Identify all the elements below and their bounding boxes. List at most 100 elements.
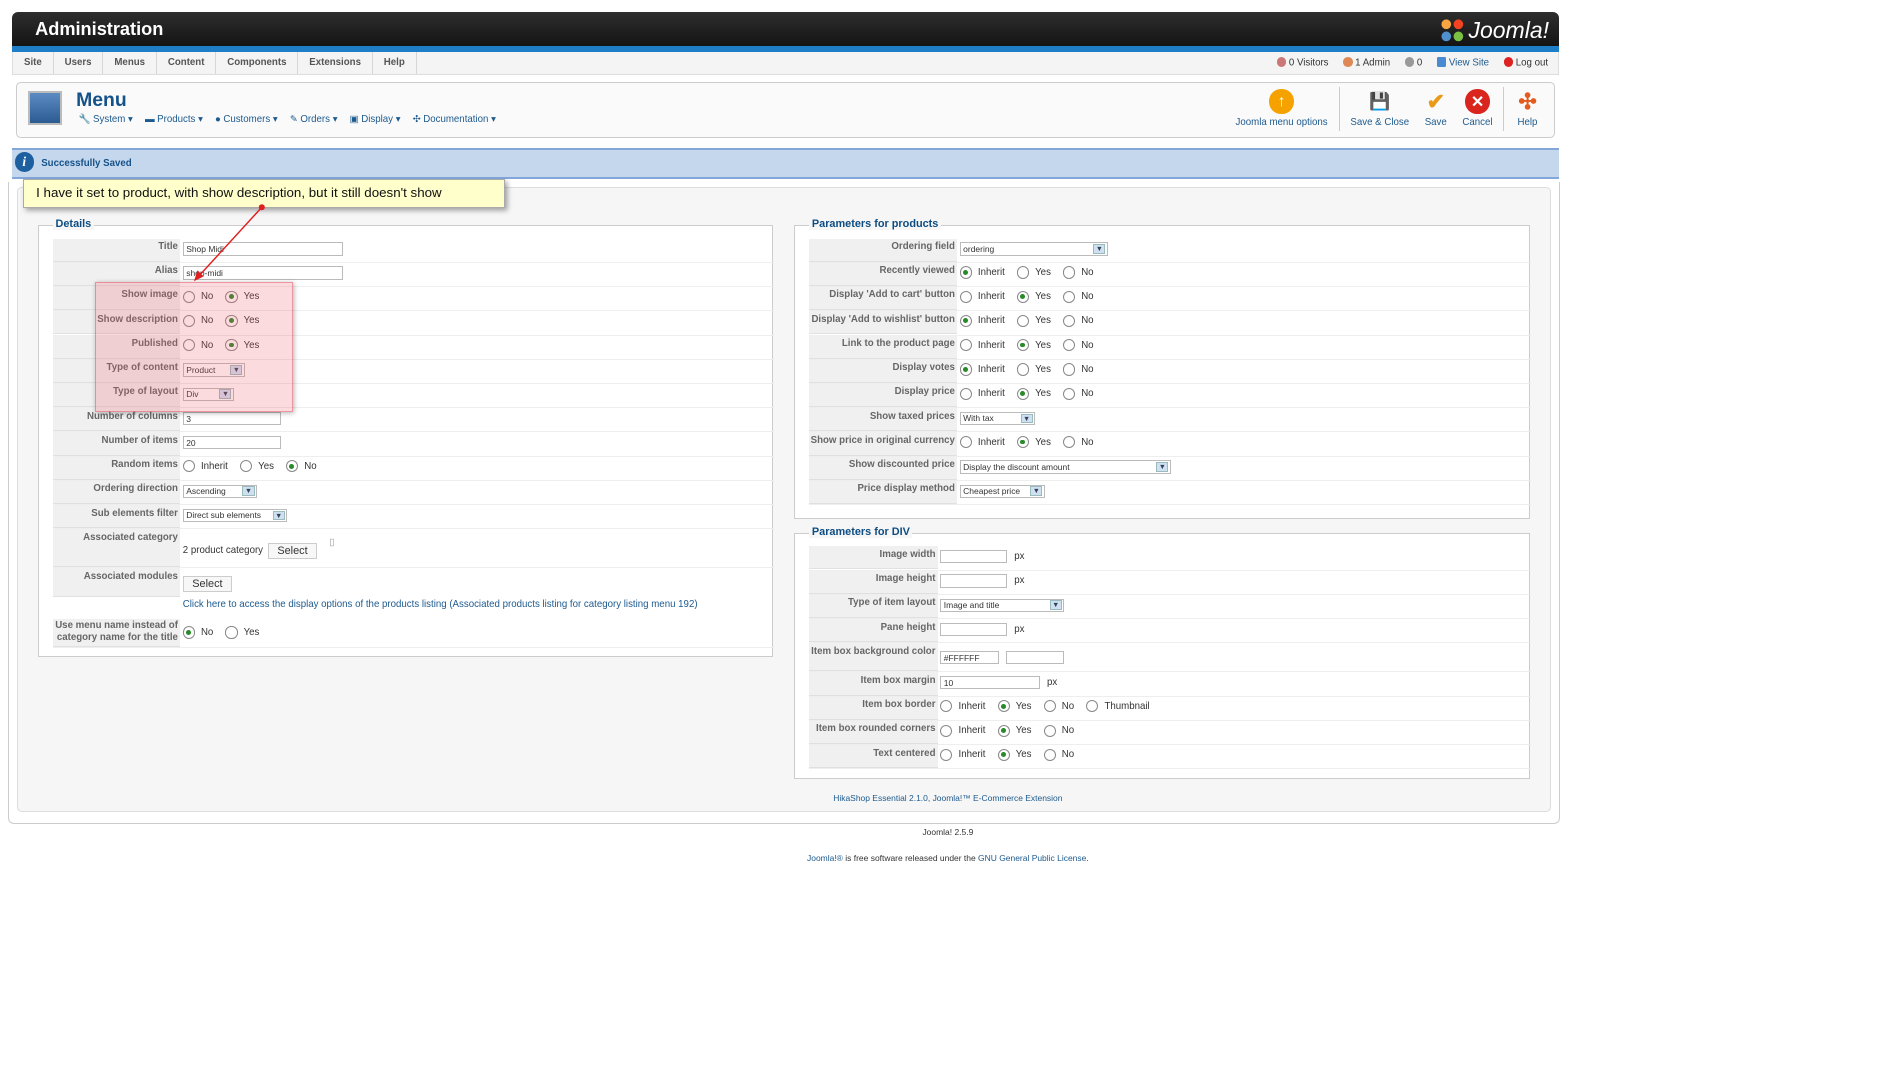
price-yes-radio[interactable] bbox=[1016, 387, 1030, 400]
items-input[interactable]: 20 bbox=[182, 436, 281, 450]
menu-components[interactable]: Components bbox=[216, 52, 299, 74]
admin-title: Administration bbox=[35, 19, 164, 40]
votes-no-radio[interactable] bbox=[1063, 363, 1076, 376]
menu-extensions[interactable]: Extensions bbox=[298, 52, 373, 74]
cancel-button[interactable]: ✕ Cancel bbox=[1455, 87, 1500, 131]
messages-status[interactable]: 0 bbox=[1404, 56, 1423, 69]
votes-inherit-radio[interactable] bbox=[959, 363, 972, 376]
orig-currency-no-radio[interactable] bbox=[1063, 436, 1076, 449]
add-wishlist-inherit-radio[interactable] bbox=[959, 314, 972, 328]
admin-count: 1 Admin bbox=[1355, 57, 1391, 69]
submenu-orders[interactable]: ✎ Orders ▾ bbox=[290, 114, 338, 125]
box-border-thumbnail-radio[interactable] bbox=[1086, 700, 1099, 713]
ordering-direction-select[interactable]: Ascending ▼ bbox=[182, 484, 257, 498]
menu-name-no-radio[interactable] bbox=[182, 626, 195, 639]
assoc-category-row: Associated category 2 product category Se… bbox=[53, 529, 775, 569]
title-row: Title Shop Midi bbox=[53, 238, 775, 263]
centered-inherit-radio[interactable] bbox=[940, 748, 953, 761]
add-cart-no-radio[interactable] bbox=[1063, 290, 1076, 303]
discounted-select[interactable]: Display the discount amount ▼ bbox=[959, 460, 1171, 474]
add-wishlist-yes-radio[interactable] bbox=[1016, 314, 1030, 328]
random-no-radio[interactable] bbox=[286, 460, 299, 473]
random-inherit-radio[interactable] bbox=[182, 460, 195, 473]
delete-icon[interactable]: ▯ bbox=[329, 537, 334, 548]
centered-yes-radio[interactable] bbox=[997, 748, 1010, 761]
menu-content[interactable]: Content bbox=[157, 52, 217, 74]
rounded-inherit-radio[interactable] bbox=[940, 724, 953, 737]
bg-color-picker[interactable] bbox=[1005, 650, 1064, 664]
view-site-link[interactable]: View Site bbox=[1436, 56, 1489, 68]
menu-users[interactable]: Users bbox=[54, 52, 104, 74]
recently-viewed-inherit-radio[interactable] bbox=[959, 266, 972, 279]
messages-count: 0 bbox=[1416, 57, 1423, 69]
price-no-radio[interactable] bbox=[1063, 387, 1076, 400]
random-label: Random items bbox=[53, 456, 181, 480]
votes-yes-radio[interactable] bbox=[1016, 363, 1030, 376]
joomla-logo[interactable]: Joomla! bbox=[1439, 15, 1549, 47]
submenu-documentation[interactable]: ✣ Documentation ▾ bbox=[413, 114, 496, 125]
joomla-link[interactable]: Joomla!® bbox=[807, 853, 843, 863]
box-border-inherit-radio[interactable] bbox=[940, 700, 953, 713]
link-product-inherit-radio[interactable] bbox=[959, 339, 972, 352]
image-height-input[interactable] bbox=[940, 574, 1008, 588]
submenu-customers[interactable]: ● Customers ▾ bbox=[215, 114, 278, 125]
submenu-products[interactable]: ▬ Products ▾ bbox=[145, 114, 203, 125]
random-yes-radio[interactable] bbox=[239, 460, 253, 473]
menu-menus[interactable]: Menus bbox=[103, 52, 157, 74]
price-inherit-radio[interactable] bbox=[959, 387, 972, 400]
annotation-highlight-box bbox=[94, 282, 294, 413]
rounded-no-radio[interactable] bbox=[1043, 724, 1056, 737]
add-cart-inherit-radio[interactable] bbox=[959, 290, 972, 303]
save-button[interactable]: ✔ Save bbox=[1416, 87, 1455, 131]
add-wishlist-no-radio[interactable] bbox=[1063, 314, 1076, 328]
recently-viewed-yes-radio[interactable] bbox=[1016, 266, 1030, 279]
add-cart-yes-radio[interactable] bbox=[1016, 290, 1030, 303]
image-width-input[interactable] bbox=[940, 550, 1008, 564]
assoc-modules-select-button[interactable]: Select bbox=[182, 575, 233, 592]
assoc-category-select-button[interactable]: Select bbox=[267, 542, 318, 560]
items-label: Number of items bbox=[53, 432, 181, 456]
view-site-label[interactable]: View Site bbox=[1449, 57, 1489, 68]
submenu-display[interactable]: ▣ Display ▾ bbox=[350, 114, 401, 125]
system-message: i Successfully Saved bbox=[12, 147, 1559, 180]
link-product-yes-radio[interactable] bbox=[1016, 339, 1030, 352]
display-options-link[interactable]: Click here to access the display options… bbox=[183, 599, 698, 610]
pane-height-label: Pane height bbox=[809, 619, 938, 643]
gpl-link[interactable]: GNU General Public License bbox=[978, 853, 1086, 863]
joomla-options-button[interactable]: ↑ Joomla menu options bbox=[1228, 87, 1335, 131]
centered-no-radio[interactable] bbox=[1043, 748, 1056, 761]
menu-site[interactable]: Site bbox=[13, 52, 54, 74]
assoc-category-value: 2 product category bbox=[182, 545, 264, 557]
chevron-down-icon: ▼ bbox=[1020, 413, 1033, 424]
orig-currency-yes-radio[interactable] bbox=[1016, 436, 1030, 449]
menu-help[interactable]: Help bbox=[373, 52, 417, 74]
hikashop-link[interactable]: HikaShop Essential 2.1.0, Joomla!™ E-Com… bbox=[833, 793, 1062, 803]
taxed-select[interactable]: With tax ▼ bbox=[959, 411, 1035, 426]
box-border-no-radio[interactable] bbox=[1043, 700, 1056, 713]
link-product-no-radio[interactable] bbox=[1063, 339, 1076, 352]
sub-elements-select[interactable]: Direct sub elements ▼ bbox=[182, 508, 288, 523]
box-margin-input[interactable]: 10 bbox=[940, 676, 1040, 690]
pane-height-input[interactable] bbox=[940, 622, 1008, 637]
menu-name-yes-radio[interactable] bbox=[225, 626, 238, 639]
box-border-yes-radio[interactable] bbox=[997, 700, 1010, 713]
help-button[interactable]: ✣ Help bbox=[1508, 87, 1547, 131]
title-input[interactable]: Shop Midi bbox=[182, 242, 343, 256]
rounded-yes-radio[interactable] bbox=[997, 724, 1010, 737]
recently-viewed-no-radio[interactable] bbox=[1063, 266, 1076, 279]
box-border-row: Item box border Inherit Yes No Thumbnail bbox=[809, 696, 1531, 721]
price-method-select[interactable]: Cheapest price ▼ bbox=[959, 484, 1045, 498]
columns-input[interactable]: 3 bbox=[182, 411, 281, 426]
bg-color-input[interactable]: #FFFFFF bbox=[940, 650, 999, 664]
save-label: Save bbox=[1424, 117, 1447, 129]
ordering-field-select[interactable]: ordering ▼ bbox=[959, 242, 1108, 256]
submenu-system[interactable]: 🔧 System ▾ bbox=[79, 114, 133, 125]
item-layout-select[interactable]: Image and title ▼ bbox=[940, 598, 1064, 612]
logout-link[interactable]: Log out bbox=[1503, 56, 1548, 68]
chevron-down-icon: ▼ bbox=[1156, 462, 1169, 472]
orig-currency-inherit-radio[interactable] bbox=[959, 436, 972, 449]
logout-label[interactable]: Log out bbox=[1516, 57, 1548, 68]
save-close-button[interactable]: 💾 Save & Close bbox=[1343, 87, 1416, 131]
checkmark-icon: ✔ bbox=[1426, 88, 1445, 114]
alias-input[interactable]: shop-midi bbox=[182, 266, 343, 280]
